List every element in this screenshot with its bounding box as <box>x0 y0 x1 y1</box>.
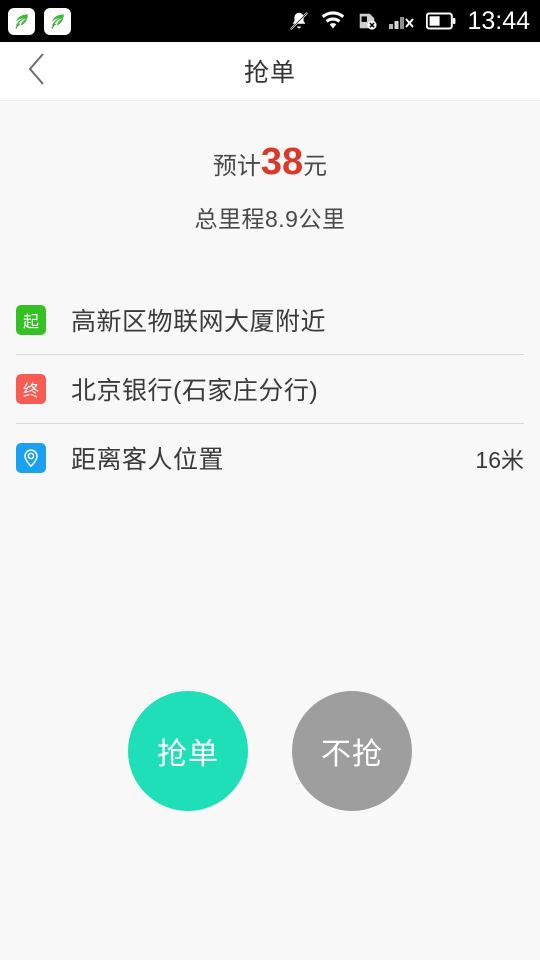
origin-row[interactable]: 起 高新区物联网大厦附近 <box>0 286 540 354</box>
sdcard-off-icon <box>356 11 378 31</box>
action-buttons: 抢单 不抢 <box>0 691 540 811</box>
start-point-badge: 起 <box>16 305 46 335</box>
accept-order-button[interactable]: 抢单 <box>128 691 248 811</box>
estimated-fare: 预计38元 <box>0 143 540 181</box>
destination-address: 北京银行(石家庄分行) <box>71 377 319 405</box>
battery-icon <box>426 12 456 30</box>
origin-address: 高新区物联网大厦附近 <box>71 308 327 336</box>
back-button[interactable] <box>0 42 74 100</box>
end-point-badge: 终 <box>16 374 46 404</box>
fare-prefix-label: 预计 <box>212 153 261 180</box>
location-pin-icon <box>16 443 46 473</box>
wifi-icon <box>321 11 345 31</box>
app-leaf-icon <box>44 7 71 35</box>
app-leaf-icon <box>8 7 35 35</box>
total-distance: 总里程8.9公里 <box>194 206 346 232</box>
status-bar-system: 13:44 <box>288 6 530 35</box>
status-bar-notifications <box>8 7 71 35</box>
status-bar-clock: 13:44 <box>467 6 530 35</box>
fare-summary: 预计38元 总里程8.9公里 <box>0 101 540 234</box>
fare-amount: 38 <box>260 141 304 183</box>
trip-details-list: 起 高新区物联网大厦附近 终 北京银行(石家庄分行) 距离客人位置 16米 <box>0 286 540 492</box>
destination-row[interactable]: 终 北京银行(石家庄分行) <box>0 355 540 423</box>
order-content: 预计38元 总里程8.9公里 起 高新区物联网大厦附近 终 北京银行(石家庄分行… <box>0 101 540 960</box>
page-title: 抢单 <box>243 59 296 87</box>
reject-order-button[interactable]: 不抢 <box>292 691 412 811</box>
mute-bell-icon <box>288 10 310 32</box>
chevron-left-icon <box>27 52 47 91</box>
status-bar: 13:44 <box>0 0 540 42</box>
customer-distance-row[interactable]: 距离客人位置 16米 <box>0 424 540 492</box>
nav-bar: 抢单 <box>0 42 540 101</box>
app-screen: 13:44 抢单 预计38元 总里程8.9公里 起 高新区物联网大厦附近 终 北… <box>0 0 540 960</box>
signal-off-icon <box>389 11 415 31</box>
fare-unit-label: 元 <box>303 153 328 180</box>
customer-distance-label: 距离客人位置 <box>71 446 225 474</box>
customer-distance-value: 16米 <box>475 447 524 473</box>
